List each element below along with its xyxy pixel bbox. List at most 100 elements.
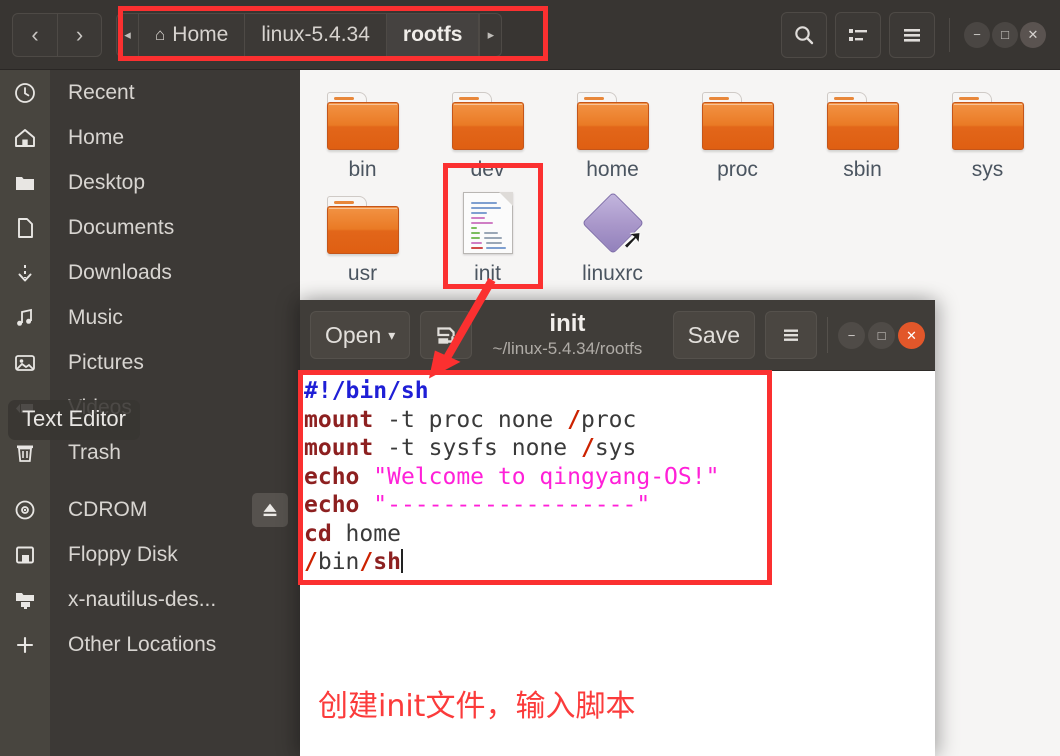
sidebar-item-label: x-nautilus-des...	[68, 587, 217, 611]
editor-minimize-button[interactable]: −	[838, 321, 865, 349]
file-item-proc[interactable]: proc	[675, 78, 800, 182]
folder-icon	[951, 88, 1024, 150]
header-divider	[949, 17, 950, 52]
save-button[interactable]: Save	[672, 311, 755, 359]
folder-icon	[826, 88, 899, 150]
close-icon: ✕	[1027, 27, 1039, 42]
file-name: usr	[347, 262, 378, 285]
file-name: proc	[717, 158, 758, 181]
view-toggle-button[interactable]	[835, 11, 881, 58]
clock-icon	[0, 81, 50, 105]
sidebar-item-floppy[interactable]: Floppy Disk	[0, 532, 300, 577]
chevron-left-icon: ‹	[31, 21, 39, 47]
sidebar-item-x-nautilus-desktop[interactable]: x-nautilus-des...	[0, 577, 300, 622]
folder-icon	[0, 171, 50, 195]
sidebar-item-home[interactable]: Home	[0, 115, 300, 160]
hamburger-menu-icon	[784, 329, 798, 341]
folder-icon	[451, 88, 524, 150]
save-button-label: Save	[687, 321, 740, 348]
sidebar: Recent Home Desktop Documents Downloads	[0, 70, 300, 756]
sidebar-item-label: Music	[68, 305, 123, 329]
sidebar-item-label: Recent	[68, 80, 135, 104]
maximize-icon: □	[877, 327, 886, 343]
chinese-annotation-text: 创建init文件，输入脚本	[318, 689, 636, 724]
breadcrumb-highlight-box	[118, 6, 548, 61]
editor-window-controls: − □ ✕	[838, 321, 925, 349]
window-controls: − □ ✕	[964, 21, 1046, 48]
file-item-home[interactable]: home	[550, 78, 675, 182]
file-name: bin	[348, 158, 377, 181]
folder-icon	[576, 88, 649, 150]
download-icon	[0, 261, 50, 285]
sidebar-item-downloads[interactable]: Downloads	[0, 250, 300, 295]
sidebar-item-label: Home	[68, 125, 125, 149]
back-button[interactable]: ‹	[13, 14, 57, 56]
maximize-button[interactable]: □	[992, 21, 1018, 48]
pointer-arrow	[428, 277, 496, 379]
sidebar-item-label: Downloads	[68, 260, 172, 284]
file-name: home	[586, 158, 639, 181]
folder-icon	[326, 192, 399, 254]
eject-button[interactable]	[252, 492, 288, 527]
file-view-scrollbar[interactable]	[1052, 70, 1060, 756]
plus-icon	[0, 633, 50, 657]
minimize-button[interactable]: −	[964, 21, 990, 48]
close-button[interactable]: ✕	[1020, 21, 1046, 48]
sidebar-item-pictures[interactable]: Pictures	[0, 340, 300, 385]
editor-maximize-button[interactable]: □	[868, 321, 895, 349]
open-button[interactable]: Open ▾	[310, 311, 411, 359]
sidebar-item-cdrom[interactable]: CDROM	[0, 487, 300, 532]
sidebar-item-label: CDROM	[68, 497, 148, 521]
sidebar-item-label: Desktop	[68, 170, 146, 194]
trash-icon	[0, 441, 50, 465]
folder-icon	[701, 88, 774, 150]
picture-icon	[0, 351, 50, 375]
sidebar-item-desktop[interactable]: Desktop	[0, 160, 300, 205]
minimize-icon: −	[847, 327, 856, 343]
main-menu-button[interactable]	[889, 11, 935, 58]
file-item-sbin[interactable]: sbin	[800, 78, 925, 182]
chevron-down-icon: ▾	[388, 326, 396, 343]
editor-menu-button[interactable]	[765, 311, 817, 359]
file-item-sys[interactable]: sys	[925, 78, 1050, 182]
minimize-icon: −	[973, 27, 981, 42]
sidebar-item-label: Other Locations	[68, 632, 217, 656]
folder-icon	[326, 88, 399, 150]
chevron-right-icon: ›	[75, 21, 84, 47]
home-icon	[0, 126, 50, 150]
sidebar-item-label: Pictures	[68, 350, 144, 374]
sidebar-item-label: Trash	[68, 440, 121, 464]
maximize-icon: □	[1001, 27, 1009, 42]
editor-close-button[interactable]: ✕	[898, 321, 925, 349]
sidebar-item-recent[interactable]: Recent	[0, 70, 300, 115]
text-editor-tooltip: Text Editor	[8, 400, 140, 440]
code-highlight-box	[298, 370, 772, 585]
disc-icon	[0, 498, 50, 522]
headerbar-right-group: − □ ✕	[781, 11, 1060, 58]
sidebar-item-label: Floppy Disk	[68, 542, 178, 566]
open-button-label: Open	[325, 321, 382, 348]
editor-header-divider	[827, 317, 828, 353]
sidebar-item-documents[interactable]: Documents	[0, 205, 300, 250]
file-item-linuxrc[interactable]: ➚ linuxrc	[550, 182, 675, 286]
forward-button[interactable]: ›	[57, 13, 101, 56]
list-view-icon	[849, 28, 867, 41]
file-item-usr[interactable]: usr	[300, 182, 425, 286]
document-icon	[0, 216, 50, 240]
editor-headerbar: Open ▾ init ~/linux-5.4.34/rootfs Save −…	[300, 300, 935, 371]
file-name: linuxrc	[582, 262, 643, 285]
close-icon: ✕	[906, 327, 917, 343]
navigation-buttons: ‹ ›	[12, 12, 102, 57]
search-button[interactable]	[781, 11, 827, 58]
hamburger-menu-icon	[904, 28, 920, 42]
file-name: sys	[971, 158, 1004, 181]
network-folder-icon	[0, 588, 50, 612]
sidebar-item-other-locations[interactable]: Other Locations	[0, 622, 300, 667]
file-item-bin[interactable]: bin	[300, 78, 425, 182]
sidebar-item-music[interactable]: Music	[0, 295, 300, 340]
file-name: sbin	[843, 158, 882, 181]
floppy-icon	[0, 543, 50, 567]
search-icon	[795, 25, 814, 44]
eject-icon	[263, 503, 277, 516]
init-file-highlight-box	[443, 163, 543, 289]
